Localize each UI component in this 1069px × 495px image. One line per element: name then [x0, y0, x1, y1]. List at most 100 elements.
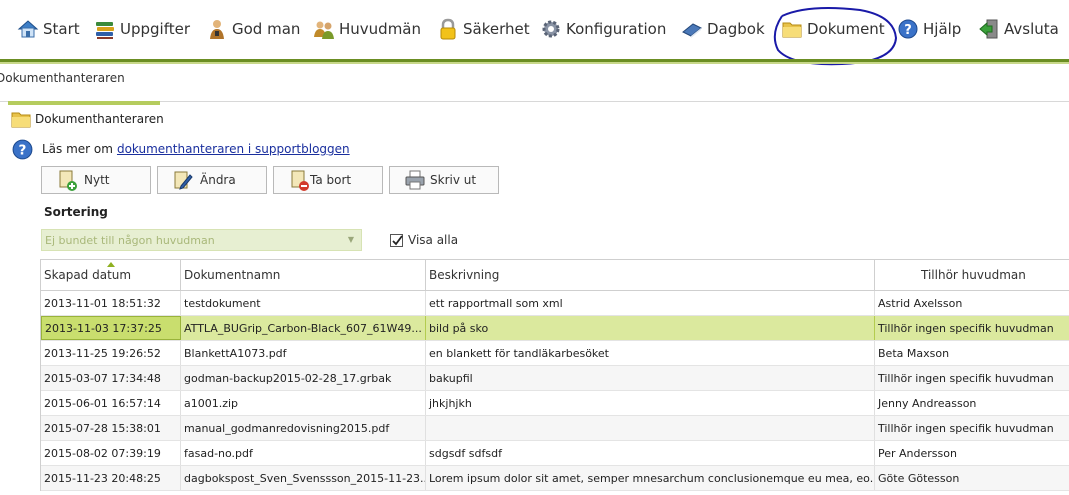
- nav-konfiguration-label: Konfiguration: [566, 20, 667, 38]
- nav-start-label: Start: [43, 20, 80, 38]
- cell-owner: Jenny Andreasson: [875, 391, 1069, 415]
- people-icon: [314, 21, 334, 39]
- help-icon: ?: [898, 19, 918, 39]
- cell-name: dagbokspost_Sven_Svenssson_2015-11-23...: [181, 466, 426, 490]
- books-icon: [96, 22, 114, 39]
- delete-document-icon: [291, 170, 309, 191]
- cell-name: manual_godmanredovisning2015.pdf: [181, 416, 426, 440]
- print-button[interactable]: Skriv ut: [389, 166, 499, 194]
- table-row[interactable]: 2015-11-23 20:48:25 dagbokspost_Sven_Sve…: [41, 466, 1069, 491]
- column-header-owner[interactable]: Tillhör huvudman: [875, 260, 1069, 290]
- nav-dagbok[interactable]: Dagbok: [681, 14, 765, 44]
- cell-created: 2015-06-01 16:57:14: [41, 391, 181, 415]
- top-navigation: Start Uppgifter God man Huvudmän Säkerhe…: [0, 0, 1069, 58]
- nav-god-man[interactable]: God man: [206, 14, 300, 44]
- table-row[interactable]: 2015-08-02 07:39:19 fasad-no.pdf sdgsdf …: [41, 441, 1069, 466]
- column-header-description[interactable]: Beskrivning: [426, 260, 875, 290]
- table-row[interactable]: 2013-11-25 19:26:52 BlankettA1073.pdf en…: [41, 341, 1069, 366]
- cell-created: 2015-03-07 17:34:48: [41, 366, 181, 390]
- help-icon: ?: [12, 139, 33, 159]
- show-all-label: Visa alla: [408, 233, 459, 247]
- nav-dokument-label: Dokument: [807, 20, 885, 38]
- cell-name: fasad-no.pdf: [181, 441, 426, 465]
- info-row: ? Läs mer om dokumenthanteraren i suppor…: [11, 137, 350, 161]
- cell-owner: Per Andersson: [875, 441, 1069, 465]
- delete-button-label: Ta bort: [310, 173, 352, 187]
- cell-owner: Tillhör ingen specifik huvudman: [875, 366, 1069, 390]
- cell-description: en blankett för tandläkarbesöket: [426, 341, 875, 365]
- breadcrumb: Dokumenthanteraren: [0, 71, 125, 85]
- folder-icon: [11, 112, 31, 128]
- cell-owner: Astrid Axelsson: [875, 291, 1069, 315]
- print-button-label: Skriv ut: [430, 173, 477, 187]
- cell-created: 2015-07-28 15:38:01: [41, 416, 181, 440]
- cell-description: [426, 416, 875, 440]
- cell-name: a1001.zip: [181, 391, 426, 415]
- nav-konfiguration[interactable]: Konfiguration: [540, 14, 666, 44]
- exit-icon: [979, 19, 998, 39]
- svg-text:?: ?: [904, 23, 912, 38]
- cell-owner: Göte Götesson: [875, 466, 1069, 490]
- table-header: Skapad datum Dokumentnamn Beskrivning Ti…: [41, 260, 1069, 291]
- cell-description: bild på sko: [426, 316, 875, 340]
- table-row[interactable]: 2015-06-01 16:57:14 a1001.zip jhkjhjkh J…: [41, 391, 1069, 416]
- breadcrumb-separator: [0, 101, 1069, 102]
- nav-uppgifter[interactable]: Uppgifter: [94, 14, 190, 44]
- show-all-checkbox[interactable]: [390, 233, 403, 247]
- nav-dokument[interactable]: Dokument: [781, 14, 885, 44]
- delete-button[interactable]: Ta bort: [273, 166, 383, 194]
- nav-sakerhet[interactable]: Säkerhet: [437, 14, 530, 44]
- cell-name: testdokument: [181, 291, 426, 315]
- column-header-created[interactable]: Skapad datum: [41, 260, 181, 290]
- edit-button[interactable]: Ändra: [157, 166, 267, 194]
- cell-created: 2013-11-03 17:37:25: [41, 316, 181, 340]
- new-button[interactable]: Nytt: [41, 166, 151, 194]
- active-tab-indicator: [8, 101, 160, 105]
- table-row[interactable]: 2015-07-28 15:38:01 manual_godmanredovis…: [41, 416, 1069, 441]
- nav-divider-light: [0, 62, 1069, 64]
- owner-filter-value: Ej bundet till någon huvudman: [45, 233, 215, 247]
- info-prefix: Läs mer om: [42, 142, 113, 156]
- person-icon: [210, 20, 224, 39]
- gear-icon: [542, 20, 560, 38]
- page-title: Dokumenthanteraren: [10, 108, 164, 130]
- column-header-name[interactable]: Dokumentnamn: [181, 260, 426, 290]
- cell-description: Lorem ipsum dolor sit amet, semper mnesa…: [426, 466, 875, 490]
- folder-icon: [782, 22, 802, 38]
- column-header-description-label: Beskrivning: [429, 268, 500, 282]
- cell-description: jhkjhjkh: [426, 391, 875, 415]
- column-header-name-label: Dokumentnamn: [184, 268, 281, 282]
- nav-sakerhet-label: Säkerhet: [463, 20, 530, 38]
- sort-label: Sortering: [44, 205, 108, 219]
- show-all-toggle[interactable]: Visa alla: [390, 231, 458, 249]
- dropdown-arrow-icon: ▼: [347, 235, 354, 244]
- new-button-label: Nytt: [84, 173, 110, 187]
- nav-hjalp-label: Hjälp: [923, 20, 962, 38]
- new-document-icon: [59, 170, 77, 191]
- nav-start[interactable]: Start: [17, 14, 80, 44]
- nav-huvudman-label: Huvudmän: [339, 20, 422, 38]
- page-title-label: Dokumenthanteraren: [35, 112, 164, 126]
- printer-icon: [405, 170, 425, 190]
- table-row[interactable]: 2015-03-07 17:34:48 godman-backup2015-02…: [41, 366, 1069, 391]
- cell-created: 2013-11-01 18:51:32: [41, 291, 181, 315]
- nav-huvudman[interactable]: Huvudmän: [313, 14, 421, 44]
- cell-description: ett rapportmall som xml: [426, 291, 875, 315]
- home-icon: [17, 20, 39, 38]
- cell-description: sdgsdf sdfsdf: [426, 441, 875, 465]
- owner-filter-select[interactable]: Ej bundet till någon huvudman ▼: [41, 229, 362, 251]
- edit-button-label: Ändra: [200, 173, 236, 187]
- support-blog-link[interactable]: dokumenthanteraren i supportbloggen: [117, 142, 350, 156]
- column-header-owner-label: Tillhör huvudman: [921, 268, 1026, 282]
- cell-created: 2015-08-02 07:39:19: [41, 441, 181, 465]
- cell-created: 2013-11-25 19:26:52: [41, 341, 181, 365]
- nav-hjalp[interactable]: ? Hjälp: [897, 14, 961, 44]
- book-icon: [682, 23, 702, 38]
- cell-name: godman-backup2015-02-28_17.grbak: [181, 366, 426, 390]
- table-row-selected[interactable]: 2013-11-03 17:37:25 ATTLA_BUGrip_Carbon-…: [41, 316, 1069, 341]
- lock-icon: [440, 18, 456, 40]
- nav-god-man-label: God man: [232, 20, 301, 38]
- cell-created: 2015-11-23 20:48:25: [41, 466, 181, 490]
- nav-avsluta[interactable]: Avsluta: [978, 14, 1059, 44]
- table-row[interactable]: 2013-11-01 18:51:32 testdokument ett rap…: [41, 291, 1069, 316]
